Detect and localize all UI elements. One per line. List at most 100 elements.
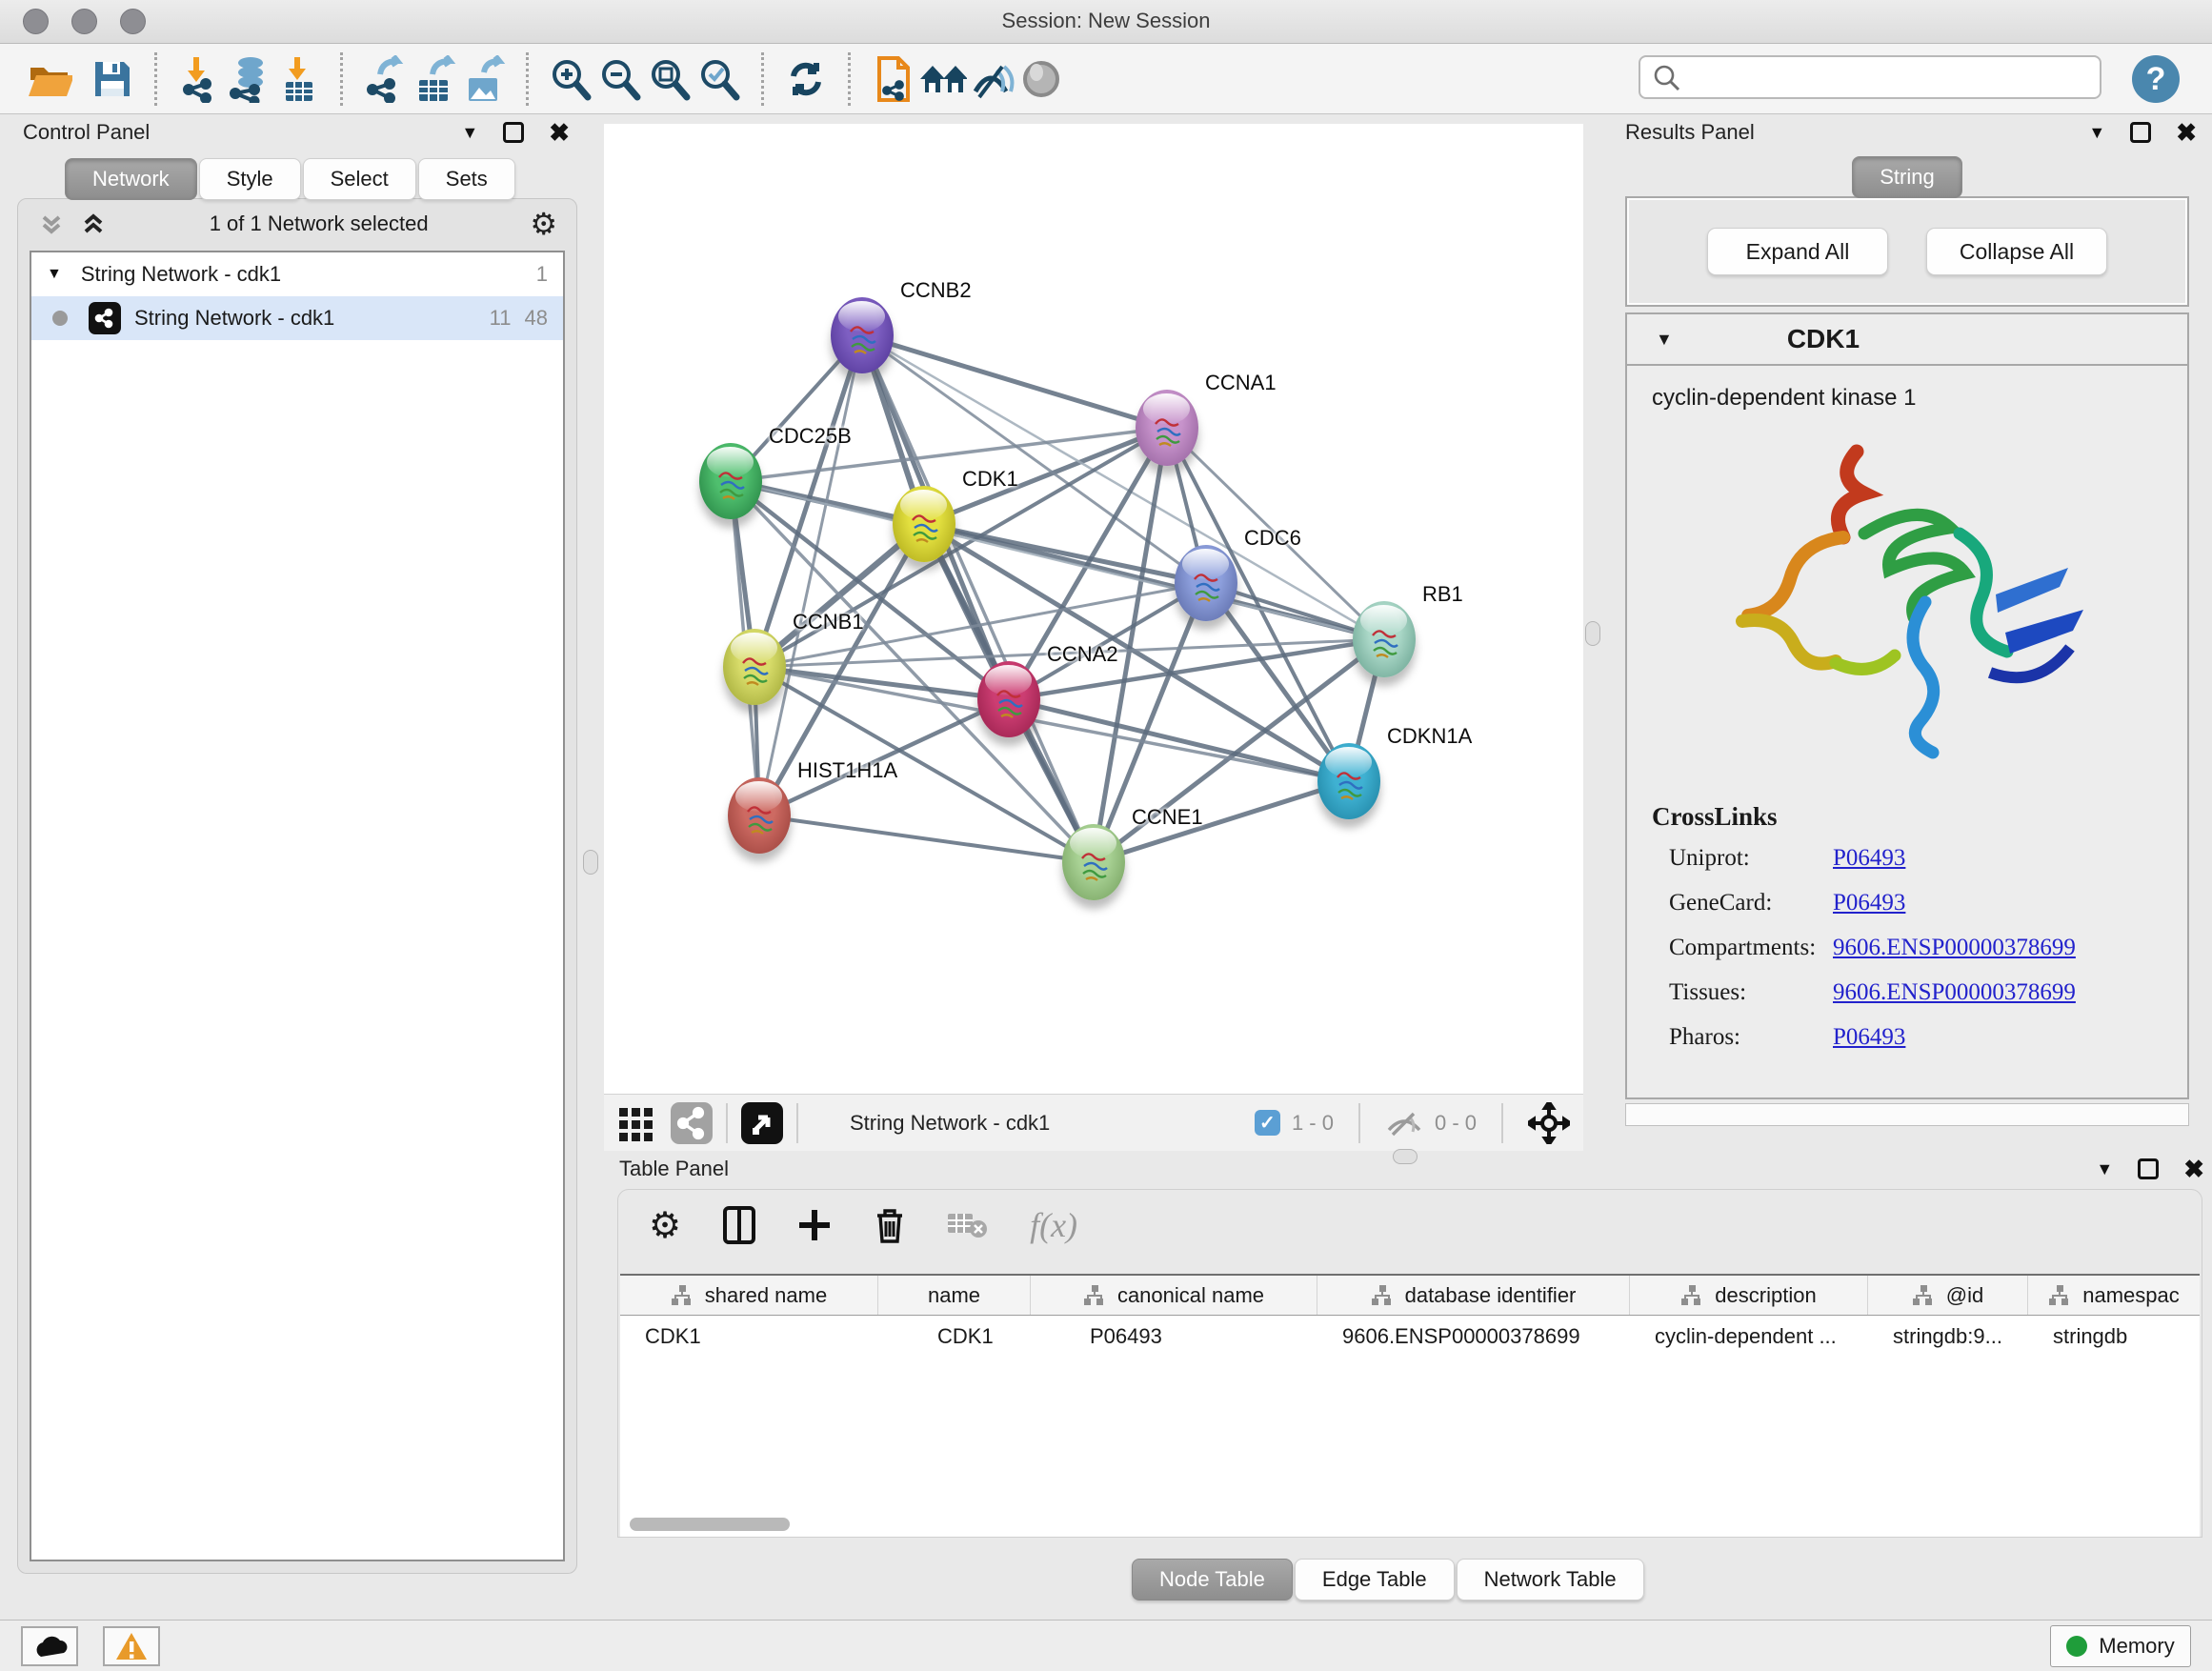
- column-header-name[interactable]: name: [878, 1276, 1031, 1315]
- import-network-button[interactable]: [174, 52, 224, 106]
- fit-selected-crosshair-icon[interactable]: [1528, 1102, 1570, 1144]
- network-node[interactable]: [1175, 545, 1237, 621]
- right-splitter-handle[interactable]: [1585, 621, 1600, 646]
- export-network-button[interactable]: [360, 52, 410, 106]
- column-header-shared-name[interactable]: shared name: [620, 1276, 878, 1315]
- table-row[interactable]: CDK1 CDK1 P06493 9606.ENSP00000378699 cy…: [620, 1316, 2200, 1358]
- function-builder-icon[interactable]: f(x): [1030, 1205, 1077, 1245]
- expand-all-button[interactable]: Expand All: [1707, 228, 1888, 275]
- tab-sets[interactable]: Sets: [418, 158, 515, 200]
- network-node[interactable]: [831, 297, 894, 373]
- sphere-view-button[interactable]: [1016, 52, 1066, 106]
- table-horizontal-scrollbar[interactable]: [630, 1518, 2178, 1531]
- tab-select[interactable]: Select: [303, 158, 416, 200]
- tab-style[interactable]: Style: [199, 158, 301, 200]
- selected-checkbox-icon[interactable]: ✓: [1255, 1110, 1280, 1136]
- table-panel-close-button[interactable]: ✖: [2183, 1157, 2204, 1181]
- column-header-database-identifier[interactable]: database identifier: [1317, 1276, 1630, 1315]
- tissues-link[interactable]: 9606.ENSP00000378699: [1833, 979, 2076, 1006]
- collection-expand-caret-icon[interactable]: ▼: [47, 266, 62, 283]
- string-view-button[interactable]: [671, 1102, 713, 1144]
- control-panel-menu-caret-icon[interactable]: ▼: [461, 123, 478, 143]
- scrollbar-thumb[interactable]: [630, 1518, 790, 1531]
- add-column-icon[interactable]: [797, 1208, 832, 1242]
- import-network-from-database-button[interactable]: [224, 52, 273, 106]
- results-scrollbar-track[interactable]: [1625, 1103, 2189, 1126]
- cell-name[interactable]: CDK1: [878, 1316, 1031, 1358]
- network-node[interactable]: [699, 443, 762, 519]
- search-input[interactable]: [1690, 66, 2100, 89]
- network-canvas[interactable]: CCNB2CCNA1CDC25BCDK1CDC6RB1CCNB1CCNA2CDK…: [604, 124, 1583, 1094]
- control-panel-close-button[interactable]: ✖: [549, 120, 570, 145]
- cloud-status-button[interactable]: [21, 1626, 78, 1666]
- column-header-namespace[interactable]: namespac: [2028, 1276, 2200, 1315]
- zoom-out-button[interactable]: [595, 52, 645, 106]
- network-options-gear-icon[interactable]: ⚙: [530, 206, 557, 242]
- results-panel-close-button[interactable]: ✖: [2176, 120, 2197, 145]
- export-table-button[interactable]: [410, 52, 459, 106]
- network-node[interactable]: [1353, 601, 1416, 677]
- help-button[interactable]: ?: [2132, 55, 2180, 103]
- toolbar-search[interactable]: [1639, 55, 2101, 99]
- uniprot-link[interactable]: P06493: [1833, 845, 1905, 872]
- network-node[interactable]: [728, 777, 791, 854]
- show-columns-icon[interactable]: [723, 1206, 755, 1244]
- control-panel-float-button[interactable]: [503, 122, 524, 143]
- table-panel-menu-caret-icon[interactable]: ▼: [2096, 1159, 2113, 1179]
- tab-edge-table[interactable]: Edge Table: [1295, 1559, 1455, 1601]
- zoom-fit-button[interactable]: [645, 52, 694, 106]
- cell-shared-name[interactable]: CDK1: [620, 1316, 878, 1358]
- zoom-selected-button[interactable]: [694, 52, 744, 106]
- tab-string-results[interactable]: String: [1852, 156, 1961, 198]
- network-row[interactable]: String Network - cdk1 11 48: [31, 296, 563, 340]
- column-header-description[interactable]: description: [1630, 1276, 1868, 1315]
- table-panel-float-button[interactable]: [2138, 1158, 2159, 1179]
- collapse-all-button[interactable]: Collapse All: [1926, 228, 2107, 275]
- home-button[interactable]: [917, 52, 967, 106]
- cell-id[interactable]: stringdb:9...: [1868, 1316, 2028, 1358]
- warning-status-button[interactable]: [103, 1626, 160, 1666]
- expand-all-icon[interactable]: [79, 210, 108, 238]
- delete-column-icon[interactable]: [874, 1206, 906, 1244]
- left-splitter-handle[interactable]: [583, 850, 598, 875]
- tab-network-table[interactable]: Network Table: [1457, 1559, 1644, 1601]
- birdseye-view-button[interactable]: [741, 1102, 783, 1144]
- results-panel-float-button[interactable]: [2130, 122, 2151, 143]
- tab-node-table[interactable]: Node Table: [1132, 1559, 1293, 1601]
- network-node[interactable]: [977, 661, 1040, 737]
- cell-canonical-name[interactable]: P06493: [1031, 1316, 1317, 1358]
- hide-panel-button[interactable]: [967, 52, 1016, 106]
- grid-view-button[interactable]: [617, 1104, 655, 1142]
- open-session-button[interactable]: [25, 52, 74, 106]
- compartments-link[interactable]: 9606.ENSP00000378699: [1833, 935, 2076, 961]
- network-node[interactable]: [1136, 390, 1198, 466]
- node-label: HIST1H1A: [797, 758, 897, 783]
- column-header-id[interactable]: @id: [1868, 1276, 2028, 1315]
- network-node[interactable]: [1317, 743, 1380, 819]
- gene-card-collapse-caret-icon[interactable]: ▼: [1656, 330, 1673, 350]
- pharos-link[interactable]: P06493: [1833, 1024, 1905, 1051]
- tab-network[interactable]: Network: [65, 158, 197, 200]
- table-options-gear-icon[interactable]: ⚙: [649, 1204, 681, 1247]
- collapse-all-icon[interactable]: [37, 210, 66, 238]
- zoom-in-button[interactable]: [546, 52, 595, 106]
- column-header-canonical-name[interactable]: canonical name: [1031, 1276, 1317, 1315]
- refresh-button[interactable]: [781, 52, 831, 106]
- import-string-file-button[interactable]: [868, 52, 917, 106]
- network-node[interactable]: [893, 486, 955, 562]
- save-session-button[interactable]: [88, 52, 137, 106]
- node-label: CDK1: [962, 467, 1018, 492]
- network-node[interactable]: [723, 629, 786, 705]
- export-image-button[interactable]: [459, 52, 509, 106]
- import-table-button[interactable]: [273, 52, 323, 106]
- cell-database-identifier[interactable]: 9606.ENSP00000378699: [1317, 1316, 1630, 1358]
- results-panel-menu-caret-icon[interactable]: ▼: [2088, 123, 2105, 143]
- selected-node-edge-count: 1 - 0: [1292, 1111, 1334, 1136]
- network-collection-row[interactable]: ▼ String Network - cdk1 1: [31, 252, 563, 296]
- memory-button[interactable]: Memory: [2050, 1625, 2191, 1667]
- cell-description[interactable]: cyclin-dependent ...: [1630, 1316, 1868, 1358]
- network-node[interactable]: [1062, 824, 1125, 900]
- delete-table-icon[interactable]: [948, 1210, 988, 1240]
- cell-namespace[interactable]: stringdb: [2028, 1316, 2200, 1358]
- genecard-link[interactable]: P06493: [1833, 890, 1905, 916]
